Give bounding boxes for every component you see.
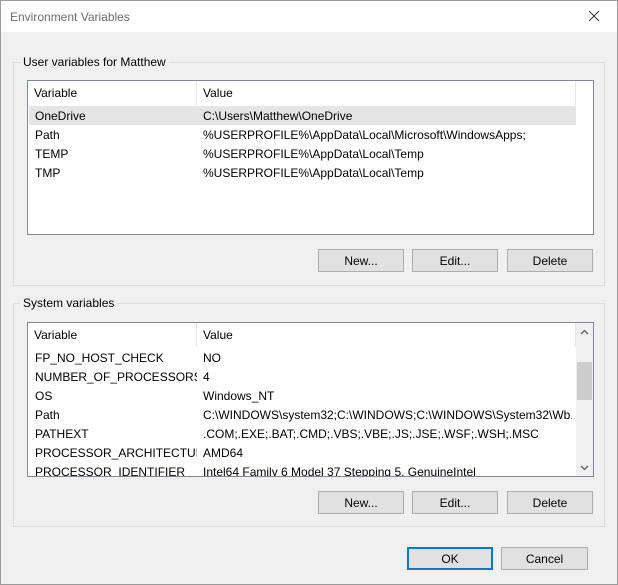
chevron-up-icon: [580, 329, 589, 334]
table-row[interactable]: NUMBER_OF_PROCESSORS 4: [29, 367, 577, 386]
variable-value: C:\Users\Matthew\OneDrive: [203, 108, 353, 123]
variable-value: .COM;.EXE;.BAT;.CMD;.VBS;.VBE;.JS;.JSE;.…: [203, 426, 539, 441]
ok-button[interactable]: OK: [407, 547, 493, 570]
system-variables-scrollbar[interactable]: [576, 323, 593, 476]
user-variables-list[interactable]: Variable Value OneDrive C:\Users\Matthew…: [27, 80, 594, 235]
table-row[interactable]: Path %USERPROFILE%\AppData\Local\Microso…: [29, 125, 576, 144]
user-edit-button[interactable]: Edit...: [412, 249, 498, 272]
variable-name: PROCESSOR_IDENTIFIER: [35, 464, 186, 477]
variable-value: AMD64: [203, 445, 244, 460]
variable-name: FP_NO_HOST_CHECK: [35, 350, 164, 365]
column-header-variable[interactable]: Variable: [28, 323, 197, 347]
variable-value: NO: [203, 350, 221, 365]
table-row[interactable]: Path C:\WINDOWS\system32;C:\WINDOWS;C:\W…: [29, 405, 577, 424]
close-icon: [588, 10, 600, 22]
variable-name: OneDrive: [35, 108, 86, 123]
table-row[interactable]: PROCESSOR_ARCHITECTURE AMD64: [29, 443, 577, 462]
variable-name: PATHEXT: [35, 426, 89, 441]
table-row[interactable]: OneDrive C:\Users\Matthew\OneDrive: [29, 106, 576, 125]
column-header-value[interactable]: Value: [197, 81, 576, 105]
column-header-value[interactable]: Value: [197, 323, 576, 347]
system-variables-label: System variables: [20, 296, 118, 310]
variable-value: Windows_NT: [203, 388, 275, 403]
scroll-down-button[interactable]: [576, 459, 593, 476]
system-new-button[interactable]: New...: [318, 491, 404, 514]
scroll-up-button[interactable]: [576, 323, 593, 340]
variable-name: Path: [35, 127, 60, 142]
cancel-button[interactable]: Cancel: [501, 547, 588, 570]
system-variables-list[interactable]: Variable Value FP_NO_HOST_CHECK NO NUMBE…: [27, 322, 594, 477]
scroll-thumb[interactable]: [577, 362, 592, 400]
table-row[interactable]: PATHEXT .COM;.EXE;.BAT;.CMD;.VBS;.VBE;.J…: [29, 424, 577, 443]
variable-name: TMP: [35, 165, 61, 180]
variable-value: %USERPROFILE%\AppData\Local\Temp: [203, 165, 424, 180]
chevron-down-icon: [580, 465, 589, 470]
system-delete-button[interactable]: Delete: [507, 491, 593, 514]
variable-name: NUMBER_OF_PROCESSORS: [35, 369, 197, 384]
table-row[interactable]: OS Windows_NT: [29, 386, 577, 405]
system-variables-header: Variable Value: [28, 323, 576, 347]
close-button[interactable]: [571, 1, 617, 31]
variable-value: %USERPROFILE%\AppData\Local\Microsoft\Wi…: [203, 127, 526, 142]
variable-name: TEMP: [35, 146, 69, 161]
table-row[interactable]: FP_NO_HOST_CHECK NO: [29, 348, 577, 367]
environment-variables-dialog: Environment Variables User variables for…: [0, 0, 618, 585]
table-row[interactable]: TMP %USERPROFILE%\AppData\Local\Temp: [29, 163, 576, 182]
variable-value: Intel64 Family 6 Model 37 Stepping 5, Ge…: [203, 464, 476, 477]
variable-name: Path: [35, 407, 60, 422]
variable-value: C:\WINDOWS\system32;C:\WINDOWS;C:\WINDOW…: [203, 407, 572, 422]
window-title: Environment Variables: [10, 10, 130, 24]
user-variables-label: User variables for Matthew: [20, 55, 169, 69]
system-edit-button[interactable]: Edit...: [412, 491, 498, 514]
table-row[interactable]: PROCESSOR_IDENTIFIER Intel64 Family 6 Mo…: [29, 462, 577, 477]
variable-value: 4: [203, 369, 210, 384]
user-new-button[interactable]: New...: [318, 249, 404, 272]
variable-value: %USERPROFILE%\AppData\Local\Temp: [203, 146, 424, 161]
column-header-variable[interactable]: Variable: [28, 81, 197, 105]
user-variables-header: Variable Value: [28, 81, 576, 105]
table-row[interactable]: TEMP %USERPROFILE%\AppData\Local\Temp: [29, 144, 576, 163]
title-bar[interactable]: Environment Variables: [1, 1, 617, 32]
user-delete-button[interactable]: Delete: [507, 249, 593, 272]
variable-name: OS: [35, 388, 53, 403]
variable-name: PROCESSOR_ARCHITECTURE: [35, 445, 197, 460]
